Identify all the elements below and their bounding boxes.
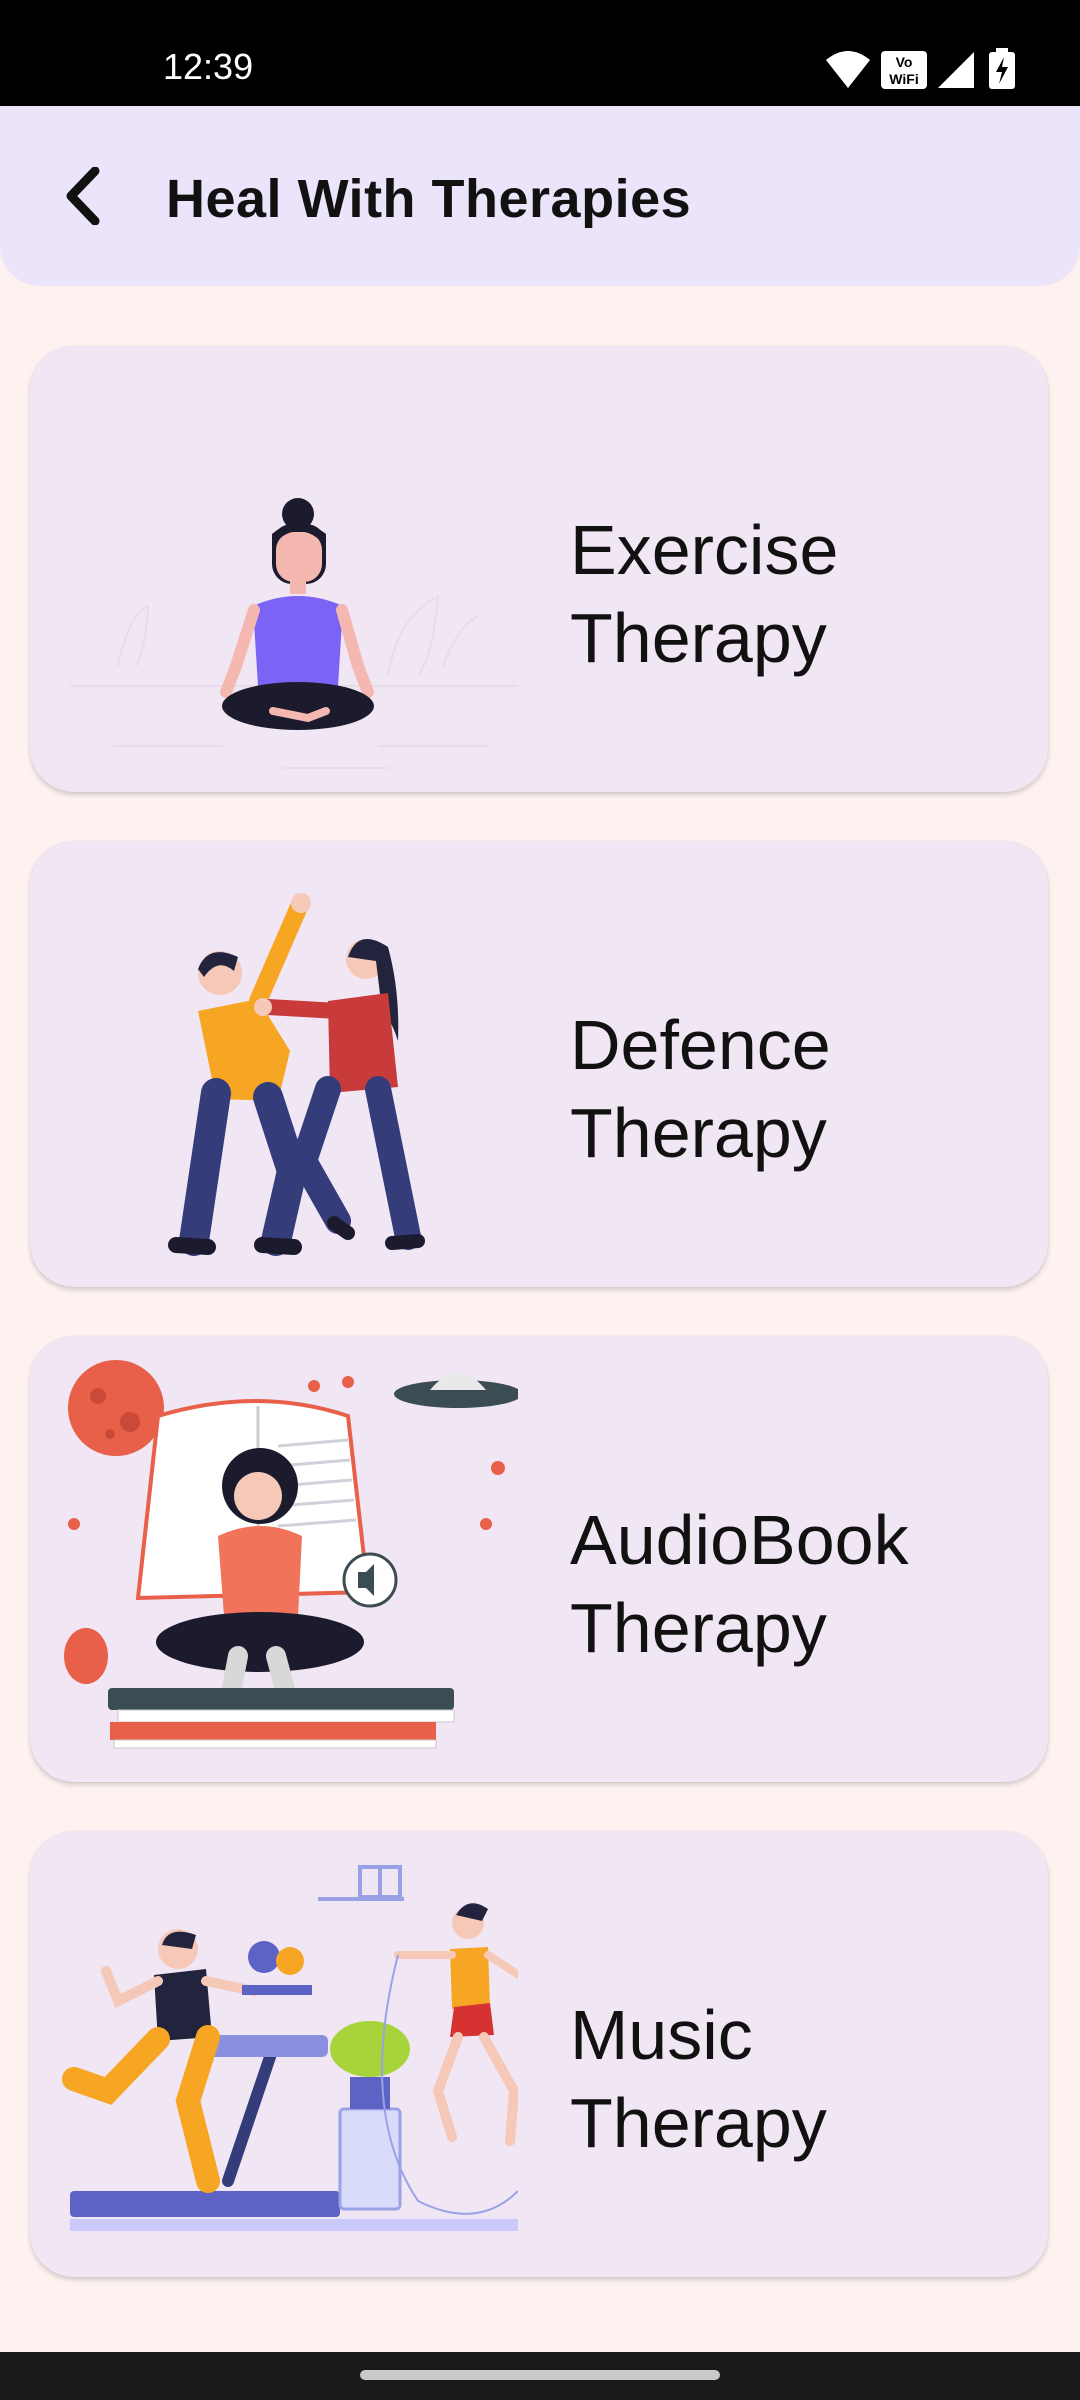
svg-text:WiFi: WiFi xyxy=(889,71,918,87)
signal-icon xyxy=(938,52,974,88)
audiobook-illustration xyxy=(64,1360,518,1749)
therapy-card-defence[interactable]: Defence Therapy xyxy=(30,841,1048,1287)
card-title: Music Therapy xyxy=(570,1996,827,2162)
page-title: Heal With Therapies xyxy=(166,169,692,229)
battery-charging-icon xyxy=(989,48,1015,89)
chevron-left-icon xyxy=(66,167,100,225)
therapy-card-music[interactable]: Music Therapy xyxy=(30,1831,1048,2277)
app-bar: Heal With Therapies xyxy=(0,106,1080,286)
therapy-card-exercise[interactable]: Exercise Therapy xyxy=(30,346,1048,792)
meditation-illustration xyxy=(70,498,518,769)
music-workout-illustration xyxy=(62,1865,518,2231)
self-defence-illustration xyxy=(168,893,425,1256)
therapy-card-audiobook[interactable]: AudioBook Therapy xyxy=(30,1336,1048,1782)
status-time: 12:39 xyxy=(163,46,254,87)
wifi-icon xyxy=(826,51,870,88)
card-title: Exercise Therapy xyxy=(570,511,839,677)
status-bar: 12:39 Vo WiFi xyxy=(0,0,1080,106)
svg-text:Vo: Vo xyxy=(896,54,913,70)
card-title: AudioBook Therapy xyxy=(570,1501,909,1667)
vowifi-icon: Vo WiFi xyxy=(881,51,927,89)
card-title: Defence Therapy xyxy=(570,1006,831,1172)
back-button[interactable] xyxy=(48,161,118,231)
home-gesture-handle[interactable] xyxy=(360,2370,720,2380)
navigation-bar xyxy=(0,2352,1080,2400)
